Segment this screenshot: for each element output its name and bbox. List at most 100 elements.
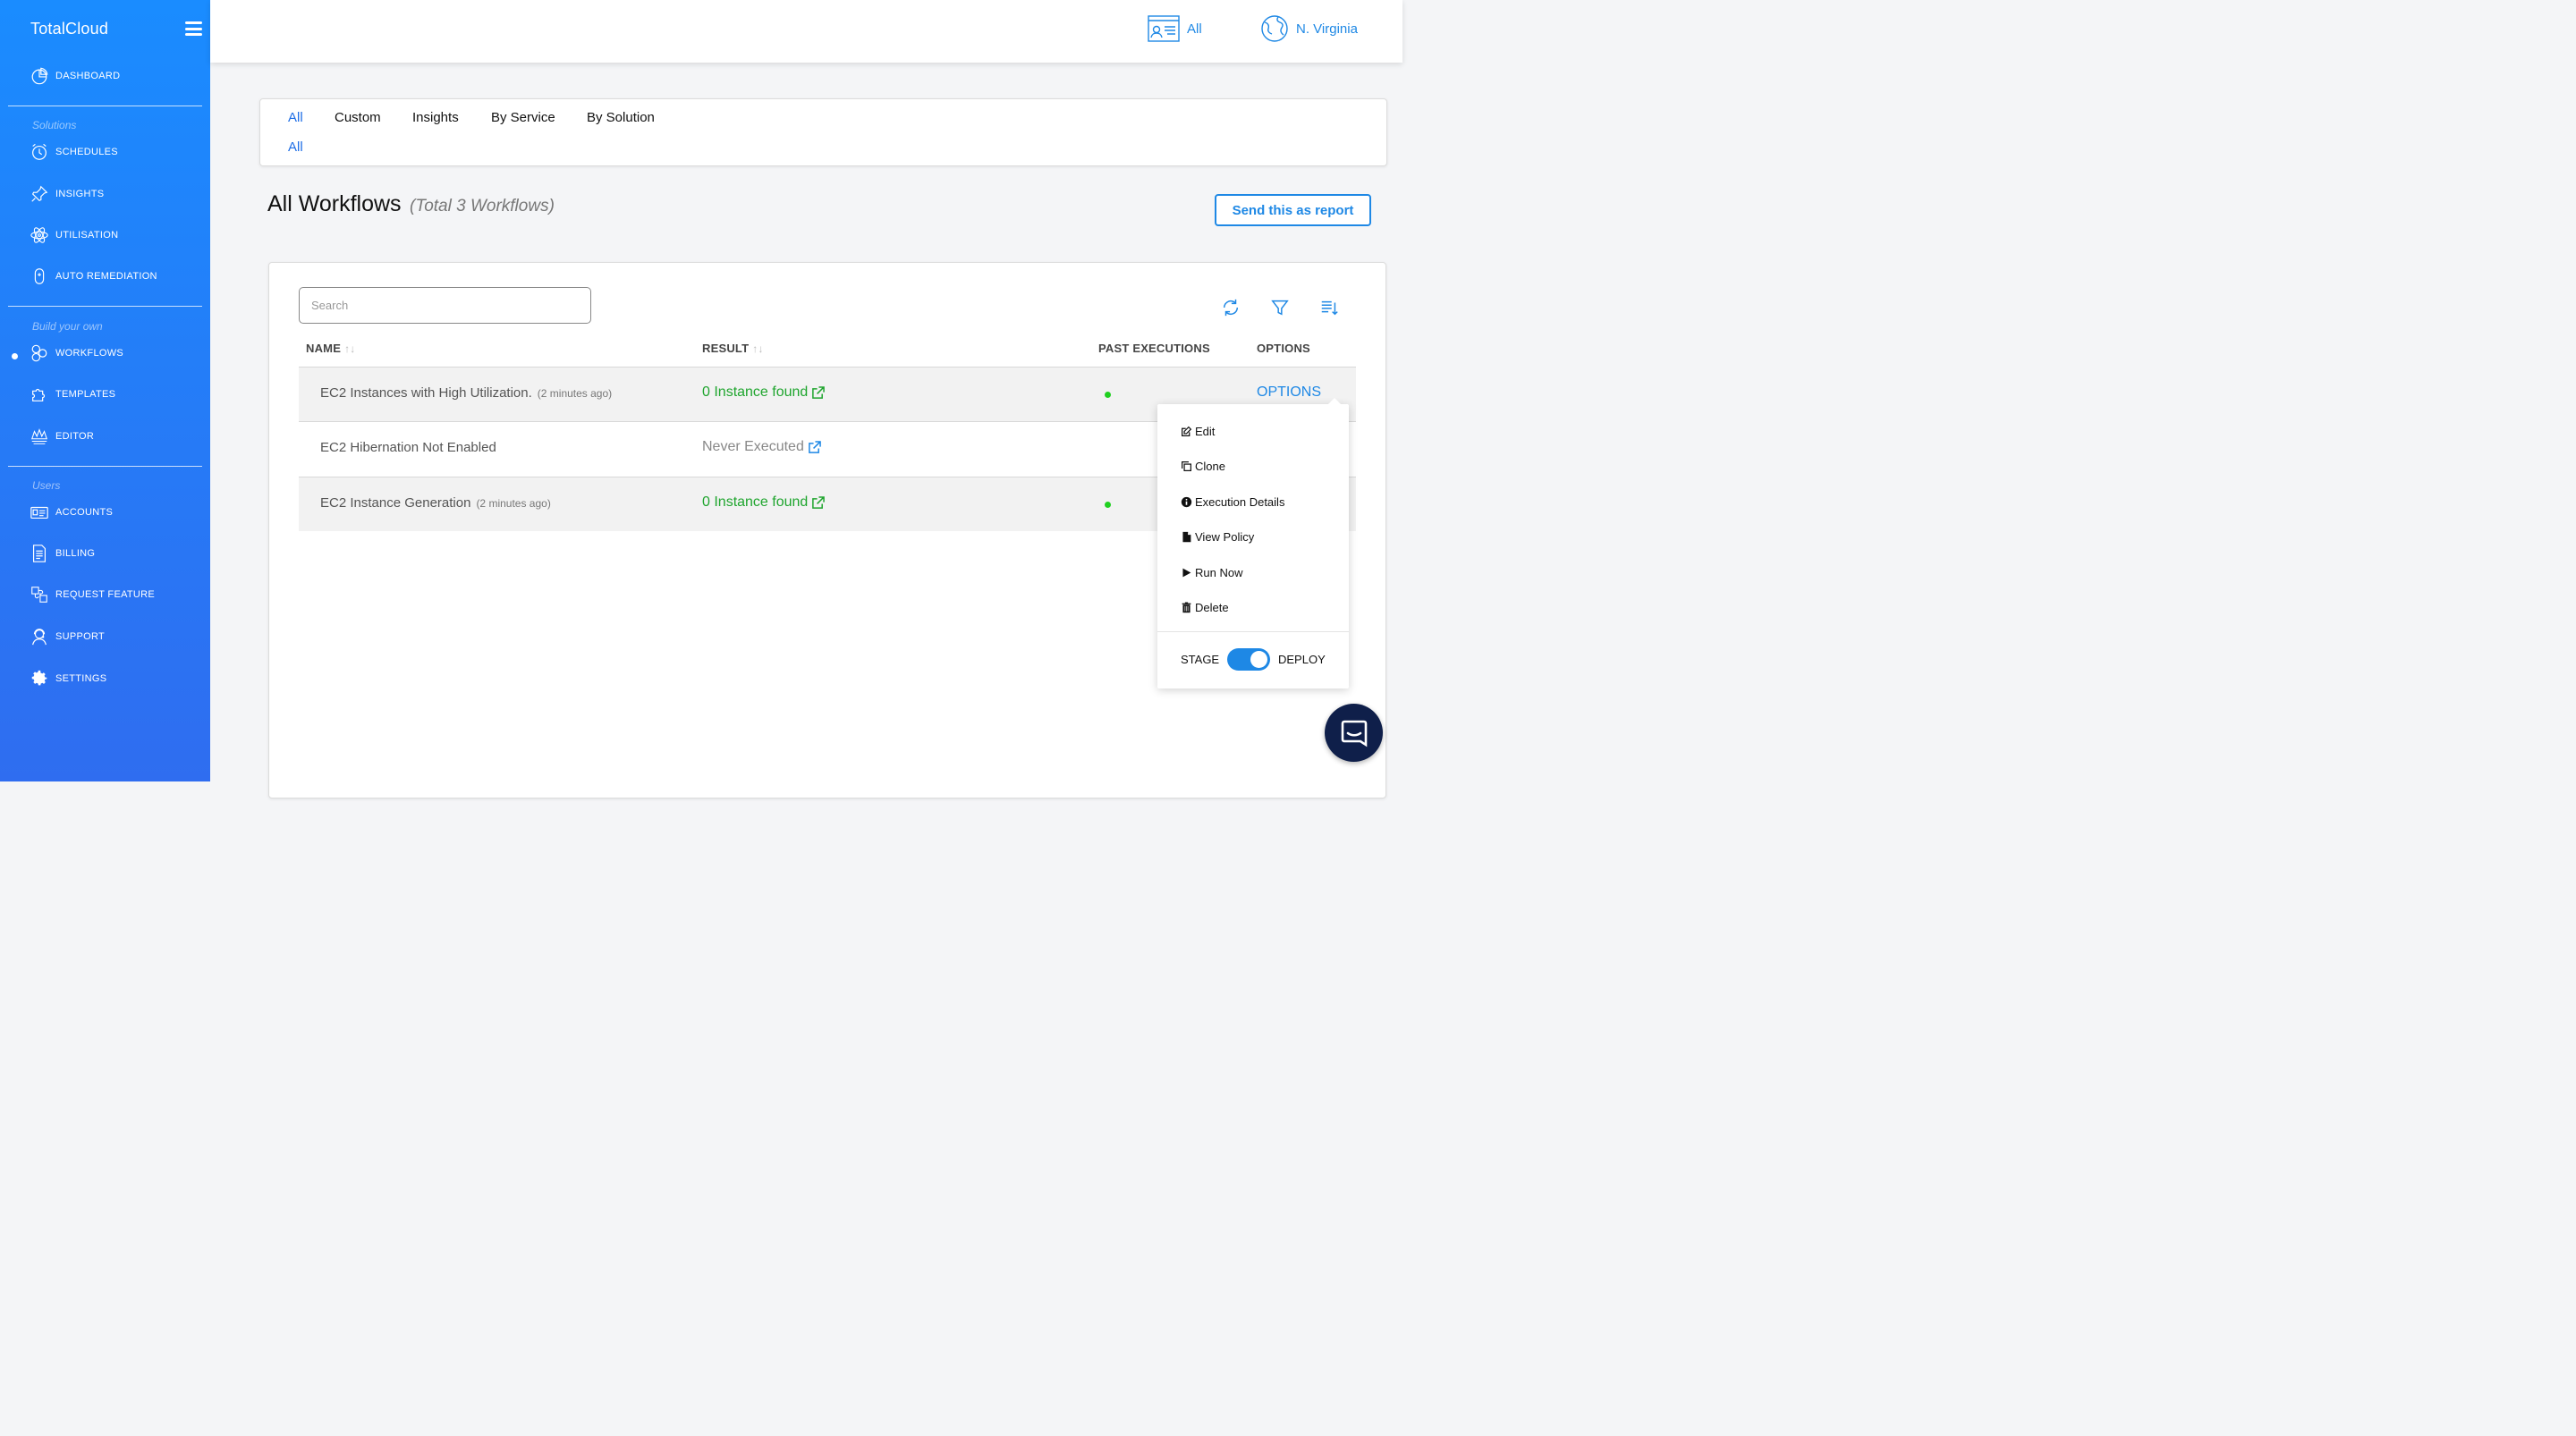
sidebar-item-settings[interactable]: SETTINGS <box>29 667 106 690</box>
section-label-users: Users <box>32 479 61 492</box>
workflow-result-link[interactable]: 0 Instance found <box>702 494 826 511</box>
menu-item-execution-details[interactable]: Execution Details <box>1181 495 1284 509</box>
column-header-name[interactable]: NAME ↑↓ <box>306 342 355 355</box>
workflow-nodes-icon <box>29 342 50 364</box>
gear-icon <box>29 668 50 689</box>
puzzle-request-icon <box>29 584 50 605</box>
tab-by-service[interactable]: By Service <box>491 110 555 125</box>
accounts-selector[interactable]: All <box>1148 14 1202 43</box>
options-link[interactable]: OPTIONS <box>1257 384 1321 401</box>
document-icon <box>29 543 50 564</box>
sidebar: TotalCloud DASHBOARD Solutions SCHEDULES… <box>0 0 210 781</box>
sidebar-item-label: DASHBOARD <box>55 71 121 81</box>
sidebar-item-label: TEMPLATES <box>55 389 116 400</box>
alarm-clock-icon <box>29 141 50 163</box>
column-header-result[interactable]: RESULT ↑↓ <box>702 342 764 355</box>
sidebar-item-support[interactable]: SUPPORT <box>29 625 105 648</box>
menu-item-label: Delete <box>1195 601 1229 614</box>
sidebar-item-workflows[interactable]: WORKFLOWS <box>29 342 123 365</box>
sidebar-item-label: AUTO REMEDIATION <box>55 271 157 282</box>
account-card-icon <box>1148 15 1180 42</box>
menu-divider <box>1157 631 1349 632</box>
menu-item-view-policy[interactable]: View Policy <box>1181 530 1254 544</box>
column-header-past-executions: PAST EXECUTIONS <box>1098 342 1210 355</box>
sidebar-item-dashboard[interactable]: DASHBOARD <box>29 64 120 88</box>
sidebar-item-request-feature[interactable]: REQUEST FEATURE <box>29 583 155 606</box>
column-header-label: RESULT <box>702 342 750 355</box>
sort-arrows-icon: ↑↓ <box>344 342 356 355</box>
sidebar-item-label: INSIGHTS <box>55 189 105 199</box>
tab-all[interactable]: All <box>288 110 303 125</box>
sidebar-item-label: SETTINGS <box>55 673 107 684</box>
subtab-all[interactable]: All <box>288 139 303 155</box>
column-header-label: NAME <box>306 342 342 355</box>
options-dropdown-menu: Edit Clone Execution Details View Policy… <box>1157 398 1349 688</box>
menu-item-run-now[interactable]: Run Now <box>1181 566 1242 579</box>
tab-custom[interactable]: Custom <box>335 110 381 125</box>
sort-list-icon[interactable] <box>1319 298 1339 317</box>
top-bar: All N. Virginia <box>210 0 1402 63</box>
external-link-icon <box>808 440 821 453</box>
globe-icon <box>1261 15 1288 42</box>
menu-item-label: Run Now <box>1195 566 1243 579</box>
past-execution-dot <box>1105 502 1111 508</box>
menu-item-label: Edit <box>1195 425 1216 438</box>
hamburger-menu-icon[interactable] <box>185 21 202 36</box>
tab-insights[interactable]: Insights <box>412 110 459 125</box>
workflow-result-text: 0 Instance found <box>702 494 809 510</box>
sidebar-item-auto-remediation[interactable]: AUTO REMEDIATION <box>29 265 157 288</box>
sidebar-item-editor[interactable]: EDITOR <box>29 425 94 448</box>
sidebar-item-label: SCHEDULES <box>55 147 118 157</box>
pie-chart-icon <box>29 65 50 87</box>
play-icon <box>1182 568 1191 578</box>
external-link-icon <box>812 385 826 399</box>
page-subtitle: (Total 3 Workflows) <box>410 197 555 215</box>
sidebar-divider <box>8 466 202 467</box>
workflow-name-text: EC2 Instance Generation <box>320 495 471 511</box>
page-title: All Workflows <box>267 191 402 216</box>
refresh-icon[interactable] <box>1221 298 1241 317</box>
sidebar-item-utilisation[interactable]: UTILISATION <box>29 224 118 247</box>
accounts-label: All <box>1187 21 1202 37</box>
active-indicator-dot <box>12 353 18 359</box>
search-input[interactable] <box>299 287 591 324</box>
send-report-button[interactable]: Send this as report <box>1215 194 1371 226</box>
sidebar-item-accounts[interactable]: ACCOUNTS <box>29 501 113 524</box>
workflow-name-text: EC2 Instances with High Utilization. <box>320 385 532 401</box>
atom-icon <box>29 224 50 246</box>
stage-deploy-toggle[interactable] <box>1227 648 1270 671</box>
toggle-knob <box>1250 651 1267 668</box>
file-icon <box>1182 531 1191 543</box>
menu-item-label: Execution Details <box>1195 495 1285 509</box>
sidebar-item-label: SUPPORT <box>55 631 106 642</box>
workflow-name: EC2 Instance Generation (2 minutes ago) <box>320 495 551 511</box>
region-label: N. Virginia <box>1296 21 1358 37</box>
past-execution-dot <box>1105 392 1111 398</box>
sidebar-item-label: ACCOUNTS <box>55 507 114 518</box>
workflow-result-link[interactable]: 0 Instance found <box>702 384 826 401</box>
tab-by-solution[interactable]: By Solution <box>587 110 655 125</box>
filter-icon[interactable] <box>1270 298 1290 317</box>
sidebar-item-label: BILLING <box>55 548 96 559</box>
sidebar-item-label: WORKFLOWS <box>55 348 124 359</box>
sidebar-item-billing[interactable]: BILLING <box>29 542 95 565</box>
menu-item-clone[interactable]: Clone <box>1181 460 1225 473</box>
section-label-build: Build your own <box>32 320 103 333</box>
menu-item-edit[interactable]: Edit <box>1181 425 1215 438</box>
menu-item-delete[interactable]: Delete <box>1181 601 1229 614</box>
sidebar-item-templates[interactable]: TEMPLATES <box>29 383 115 406</box>
workflow-result-link[interactable]: Never Executed <box>702 439 821 455</box>
brand-logo-text: TotalCloud <box>30 20 109 38</box>
chat-launcher-button[interactable] <box>1325 704 1383 762</box>
copy-icon <box>1182 461 1191 471</box>
column-header-options: OPTIONS <box>1257 342 1310 355</box>
workflow-name: EC2 Instances with High Utilization. (2 m… <box>320 385 612 401</box>
filter-tabs-card: All Custom Insights By Service By Soluti… <box>259 98 1387 166</box>
hand-bandage-icon <box>29 266 50 287</box>
support-agent-icon <box>29 626 50 647</box>
info-icon <box>1181 496 1192 508</box>
sidebar-item-insights[interactable]: INSIGHTS <box>29 182 104 206</box>
sidebar-item-schedules[interactable]: SCHEDULES <box>29 140 118 164</box>
region-selector[interactable]: N. Virginia <box>1260 14 1358 43</box>
sidebar-item-label: EDITOR <box>55 431 95 442</box>
